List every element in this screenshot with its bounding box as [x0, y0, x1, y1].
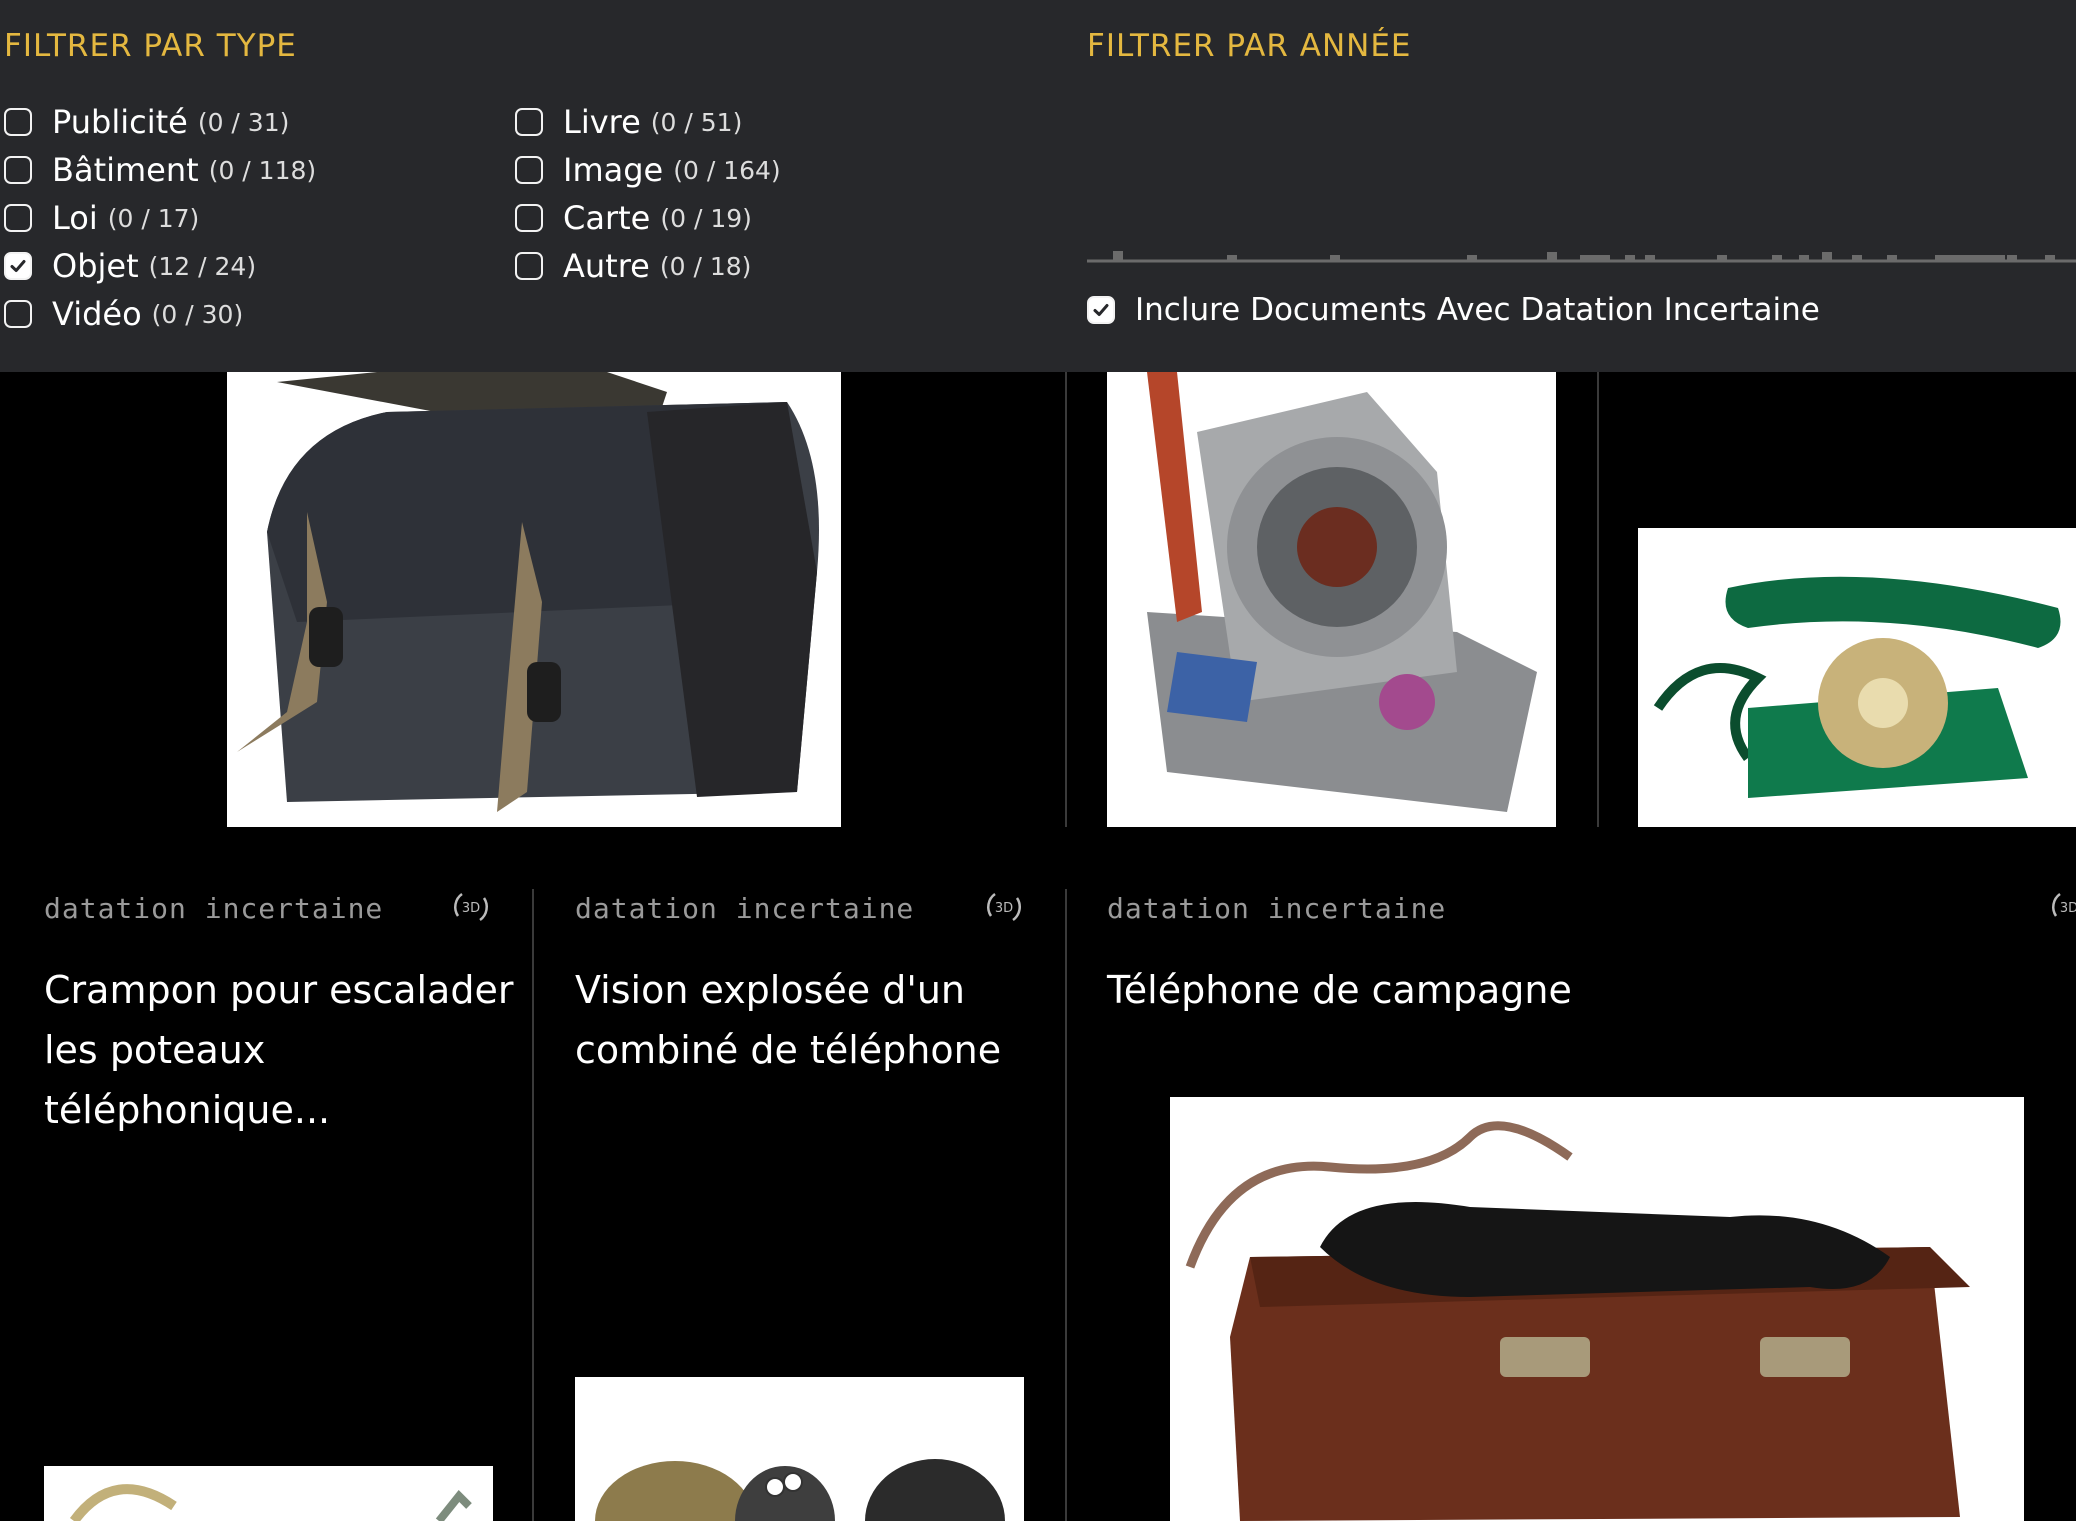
crampon-image[interactable]: [44, 1466, 493, 1521]
type-label: Livre: [563, 103, 641, 141]
card-date: datation incertaine: [1107, 892, 1447, 925]
type-count: (0 / 18): [659, 251, 752, 281]
type-filter-publicite[interactable]: Publicité (0 / 31): [4, 98, 316, 146]
type-filter-batiment[interactable]: Bâtiment (0 / 118): [4, 146, 316, 194]
checkbox[interactable]: [515, 252, 543, 280]
type-filter-autre[interactable]: Autre (0 / 18): [515, 242, 781, 290]
type-label: Vidéo: [52, 295, 142, 333]
checkmark-icon: [1093, 304, 1109, 316]
checkmark-icon: [10, 260, 26, 272]
type-count: (0 / 118): [208, 155, 317, 185]
satchel-image[interactable]: [227, 372, 841, 827]
3d-icon[interactable]: 3D: [983, 886, 1025, 928]
3d-icon[interactable]: 3D: [2048, 886, 2076, 928]
type-count: (0 / 164): [673, 155, 781, 185]
card-title[interactable]: Crampon pour escalader les poteaux télép…: [44, 960, 514, 1140]
type-filter-column-2: Livre (0 / 51) Image (0 / 164) Carte (0 …: [515, 98, 781, 290]
card-title[interactable]: Vision explosée d'un combiné de téléphon…: [575, 960, 1045, 1080]
checkbox[interactable]: [4, 300, 32, 328]
year-filter-title: FILTRER PAR ANNÉE: [1087, 28, 1412, 64]
green-phone-illustration: [1638, 528, 2076, 827]
type-filter-objet[interactable]: Objet (12 / 24): [4, 242, 316, 290]
leather-bag-illustration: [227, 372, 841, 827]
svg-text:3D: 3D: [995, 901, 1013, 916]
type-label: Carte: [563, 199, 651, 237]
field-phone-illustration: [1170, 1097, 2024, 1521]
checkbox[interactable]: [515, 156, 543, 184]
type-count: (0 / 19): [660, 203, 752, 233]
type-count: (0 / 31): [197, 107, 290, 137]
year-histogram-slider[interactable]: [1087, 224, 2076, 264]
type-filter-livre[interactable]: Livre (0 / 51): [515, 98, 781, 146]
svg-text:3D: 3D: [2060, 901, 2076, 916]
include-uncertain-label: Inclure Documents Avec Datation Incertai…: [1135, 292, 1820, 328]
type-label: Loi: [52, 199, 98, 237]
type-count: (12 / 24): [148, 251, 257, 281]
mechanism-illustration: [1107, 372, 1556, 827]
type-count: (0 / 30): [151, 299, 244, 329]
type-label: Publicité: [52, 103, 188, 141]
type-filter-column-1: Publicité (0 / 31) Bâtiment (0 / 118) Lo…: [4, 98, 316, 338]
column-divider: [1065, 889, 1067, 1521]
checkbox[interactable]: [4, 156, 32, 184]
type-count: (0 / 17): [107, 203, 200, 233]
3d-icon[interactable]: 3D: [450, 886, 492, 928]
checkbox[interactable]: [4, 204, 32, 232]
card-title[interactable]: Téléphone de campagne: [1107, 960, 1807, 1020]
type-label: Objet: [52, 247, 139, 285]
type-label: Image: [563, 151, 664, 189]
type-filter-image[interactable]: Image (0 / 164): [515, 146, 781, 194]
field-telephone-image[interactable]: [1170, 1097, 2024, 1521]
checkbox[interactable]: [515, 204, 543, 232]
checkbox-checked[interactable]: [1087, 296, 1115, 324]
green-telephone-image[interactable]: [1638, 528, 2076, 827]
checkbox[interactable]: [515, 108, 543, 136]
include-uncertain-toggle[interactable]: Inclure Documents Avec Datation Incertai…: [1087, 292, 1820, 328]
filter-panel: FILTRER PAR TYPE FILTRER PAR ANNÉE Publi…: [0, 0, 2076, 372]
results-grid: datation incertaine 3D Crampon pour esca…: [0, 372, 2076, 1521]
handset-parts-illustration: [575, 1377, 1024, 1521]
type-label: Autre: [563, 247, 650, 285]
svg-text:3D: 3D: [462, 901, 480, 916]
card-date: datation incertaine: [44, 892, 384, 925]
card-date: datation incertaine: [575, 892, 915, 925]
type-filter-title: FILTRER PAR TYPE: [4, 28, 297, 64]
column-divider: [1597, 372, 1599, 827]
type-filter-carte[interactable]: Carte (0 / 19): [515, 194, 781, 242]
type-filter-video[interactable]: Vidéo (0 / 30): [4, 290, 316, 338]
column-divider: [532, 889, 534, 1521]
column-divider: [1065, 372, 1067, 827]
type-count: (0 / 51): [650, 107, 743, 137]
type-label: Bâtiment: [52, 151, 199, 189]
type-filter-loi[interactable]: Loi (0 / 17): [4, 194, 316, 242]
checkbox[interactable]: [4, 108, 32, 136]
telephone-mechanism-image[interactable]: [1107, 372, 1556, 827]
crampon-illustration: [44, 1466, 493, 1521]
checkbox-checked[interactable]: [4, 252, 32, 280]
exploded-handset-image[interactable]: [575, 1377, 1024, 1521]
